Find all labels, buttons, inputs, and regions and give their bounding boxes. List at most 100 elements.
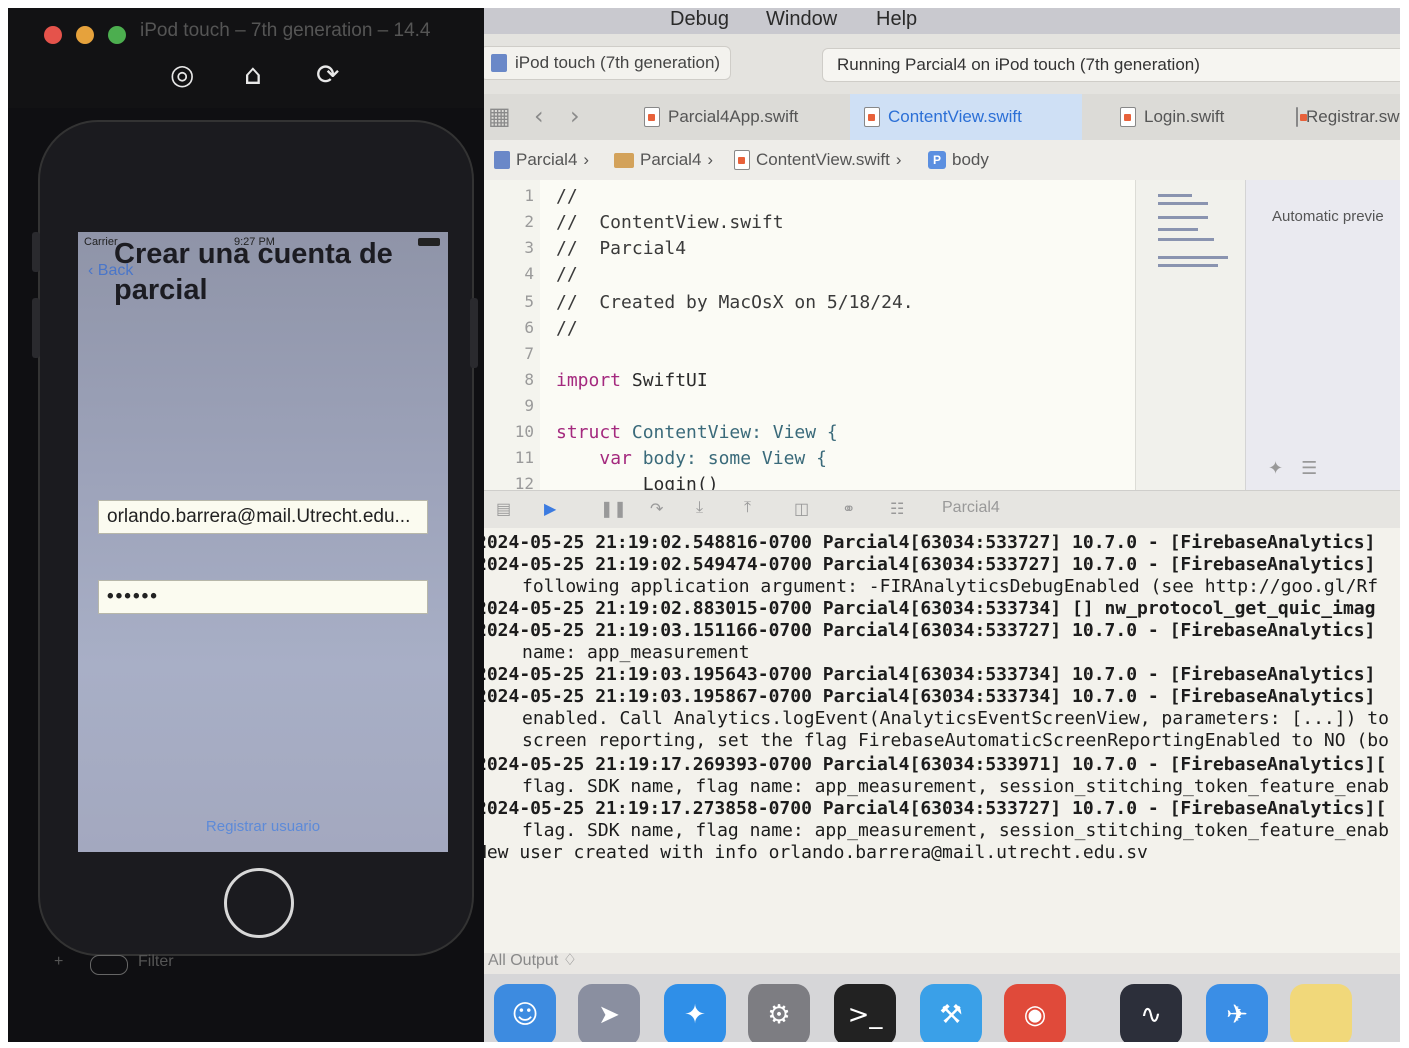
page-title: Crear una cuenta de parcial	[114, 238, 393, 306]
run-destination-label: iPod touch (7th generation)	[515, 53, 721, 72]
hide-debug-icon[interactable]: ▤	[496, 499, 511, 519]
process-selector[interactable]: Parcial4	[942, 499, 1000, 517]
minimap-line	[1158, 202, 1208, 205]
menu-debug[interactable]: Debug	[670, 8, 729, 31]
memory-graph-icon[interactable]: ⚭	[842, 499, 855, 519]
tab-contentview[interactable]: ContentView.swift	[850, 94, 1082, 140]
editor-tab-bar: ▦ ‹ › Parcial4App.swift ContentView.swif…	[470, 94, 1400, 141]
jump-bar: Parcial4 › Parcial4 › ContentView.swift …	[470, 140, 1400, 181]
chevron-right-icon: ›	[583, 150, 590, 169]
console-line: 2024-05-25 21:19:17.273858-0700 Parcial4…	[476, 798, 1387, 819]
debug-console[interactable]: 2024-05-25 21:19:02.548816-0700 Parcial4…	[470, 528, 1400, 953]
tab-registrar[interactable]: Registrar.sw	[1282, 94, 1400, 140]
tab-parcial4app[interactable]: Parcial4App.swift	[630, 94, 840, 140]
chevron-right-icon: ›	[895, 150, 902, 169]
pause-icon[interactable]: ❚❚	[600, 499, 627, 519]
terminal-icon[interactable]: >_	[834, 984, 896, 1042]
console-line: New user created with info orlando.barre…	[476, 842, 1148, 863]
power-button	[470, 298, 478, 368]
system-preferences-icon[interactable]: ⚙	[748, 984, 810, 1042]
filter-toggle-icon[interactable]	[90, 955, 128, 975]
filter-input[interactable]: Filter	[138, 953, 174, 971]
minimap-line	[1158, 228, 1198, 231]
minimap-line	[1158, 256, 1228, 259]
console-line: screen reporting, set the flag FirebaseA…	[522, 730, 1389, 751]
step-over-icon[interactable]: ↷	[650, 499, 663, 519]
jump-file[interactable]: ContentView.swift ›	[734, 150, 902, 170]
jump-symbol[interactable]: P body	[928, 150, 989, 170]
launchpad-icon[interactable]: ➤	[578, 984, 640, 1042]
close-icon[interactable]	[44, 26, 62, 44]
menu-help[interactable]: Help	[876, 8, 917, 31]
environment-icon[interactable]: ☷	[890, 499, 904, 519]
breakpoint-icon[interactable]: ▶	[544, 499, 556, 519]
debug-bar: ▤ ▶ ❚❚ ↷ ⤓ ⤒ ◫ ⚭ ☷ Parcial4	[470, 490, 1400, 530]
output-filter-select[interactable]: All Output ♢	[488, 950, 577, 970]
property-icon: P	[928, 151, 946, 169]
phone-screen: Carrier 9:27 PM ‹ Back Crear una cuenta …	[78, 232, 448, 852]
device-icon	[491, 54, 507, 72]
email-field[interactable]: orlando.barrera@mail.Utrecht.edu...	[98, 500, 428, 534]
notes-icon[interactable]	[1290, 984, 1352, 1042]
xcode-icon[interactable]: ⚒	[920, 984, 982, 1042]
preview-label: Automatic previe	[1272, 208, 1384, 225]
minimap[interactable]	[1135, 180, 1246, 490]
activity-status: Running Parcial4 on iPod touch (7th gene…	[822, 48, 1400, 82]
jump-symbol-label: body	[952, 150, 989, 169]
add-icon[interactable]: +	[54, 953, 63, 971]
minimap-line	[1158, 264, 1218, 267]
screenshot-icon[interactable]: ◎	[170, 58, 194, 91]
chevron-left-icon: ‹	[88, 262, 94, 279]
console-line: 2024-05-25 21:19:02.549474-0700 Parcial4…	[476, 554, 1376, 575]
console-line: 2024-05-25 21:19:02.548816-0700 Parcial4…	[476, 532, 1376, 553]
run-destination[interactable]: iPod touch (7th generation)	[480, 46, 732, 80]
navigator-filter-bar: + Filter	[46, 953, 466, 979]
step-in-icon[interactable]: ⤓	[696, 499, 703, 517]
dock: ☺ ➤ ✦ ⚙ >_ ⚒ ◉ ∿ ✈	[484, 974, 1400, 1042]
zoom-icon[interactable]	[108, 26, 126, 44]
minimize-icon[interactable]	[76, 26, 94, 44]
project-icon	[494, 151, 510, 169]
tab-label: Registrar.sw	[1306, 107, 1400, 126]
chevron-right-icon[interactable]: ›	[570, 102, 580, 130]
simulator-window: iPod touch – 7th generation – 14.4 ◎ ⌂ ⟳…	[8, 8, 484, 1042]
chevron-right-icon: ›	[707, 150, 714, 169]
chevron-left-icon[interactable]: ‹	[534, 102, 544, 130]
finder-icon[interactable]: ☺	[494, 984, 556, 1042]
activity-status-text: Running Parcial4 on iPod touch (7th gene…	[837, 55, 1200, 74]
swift-file-icon	[734, 150, 750, 170]
pin-icon[interactable]: ✦☰	[1268, 458, 1335, 479]
minimap-line	[1158, 216, 1208, 219]
step-out-icon[interactable]: ⤒	[744, 499, 751, 517]
password-field[interactable]: ••••••	[98, 580, 428, 614]
register-button[interactable]: Registrar usuario	[78, 818, 448, 835]
activity-monitor-icon[interactable]: ∿	[1120, 984, 1182, 1042]
home-button[interactable]	[224, 868, 294, 938]
xcode-toolbar: iPod touch (7th generation) Running Parc…	[470, 34, 1400, 95]
minimap-line	[1158, 194, 1192, 197]
home-icon[interactable]: ⌂	[244, 58, 262, 91]
chrome-icon[interactable]: ◉	[1004, 984, 1066, 1042]
rotate-icon[interactable]: ⟳	[316, 58, 339, 91]
swift-file-icon	[1296, 107, 1307, 127]
console-line: 2024-05-25 21:19:02.883015-0700 Parcial4…	[476, 598, 1376, 619]
console-line: name: app_measurement	[522, 642, 750, 663]
jump-folder[interactable]: Parcial4 ›	[614, 150, 713, 170]
console-line: flag. SDK name, flag name: app_measureme…	[522, 820, 1389, 841]
menu-window[interactable]: Window	[766, 8, 837, 31]
minimap-line	[1158, 238, 1214, 241]
safari-icon[interactable]: ✦	[664, 984, 726, 1042]
tab-login[interactable]: Login.swift	[1106, 94, 1256, 140]
simulator-title: iPod touch – 7th generation – 14.4	[140, 20, 431, 41]
code-editor[interactable]: 1// 2// ContentView.swift 3// Parcial4 4…	[470, 180, 1135, 490]
view-hierarchy-icon[interactable]: ◫	[794, 499, 809, 519]
status-carrier: Carrier	[84, 236, 118, 248]
simulator-icon[interactable]: ✈	[1206, 984, 1268, 1042]
volume-button	[32, 298, 40, 358]
volume-button	[32, 232, 40, 272]
tab-label: ContentView.swift	[888, 107, 1022, 126]
jump-project[interactable]: Parcial4 ›	[494, 150, 589, 170]
jump-folder-label: Parcial4	[640, 150, 702, 169]
grid-icon[interactable]: ▦	[488, 102, 511, 130]
simulator-titlebar: iPod touch – 7th generation – 14.4 ◎ ⌂ ⟳	[8, 8, 484, 108]
